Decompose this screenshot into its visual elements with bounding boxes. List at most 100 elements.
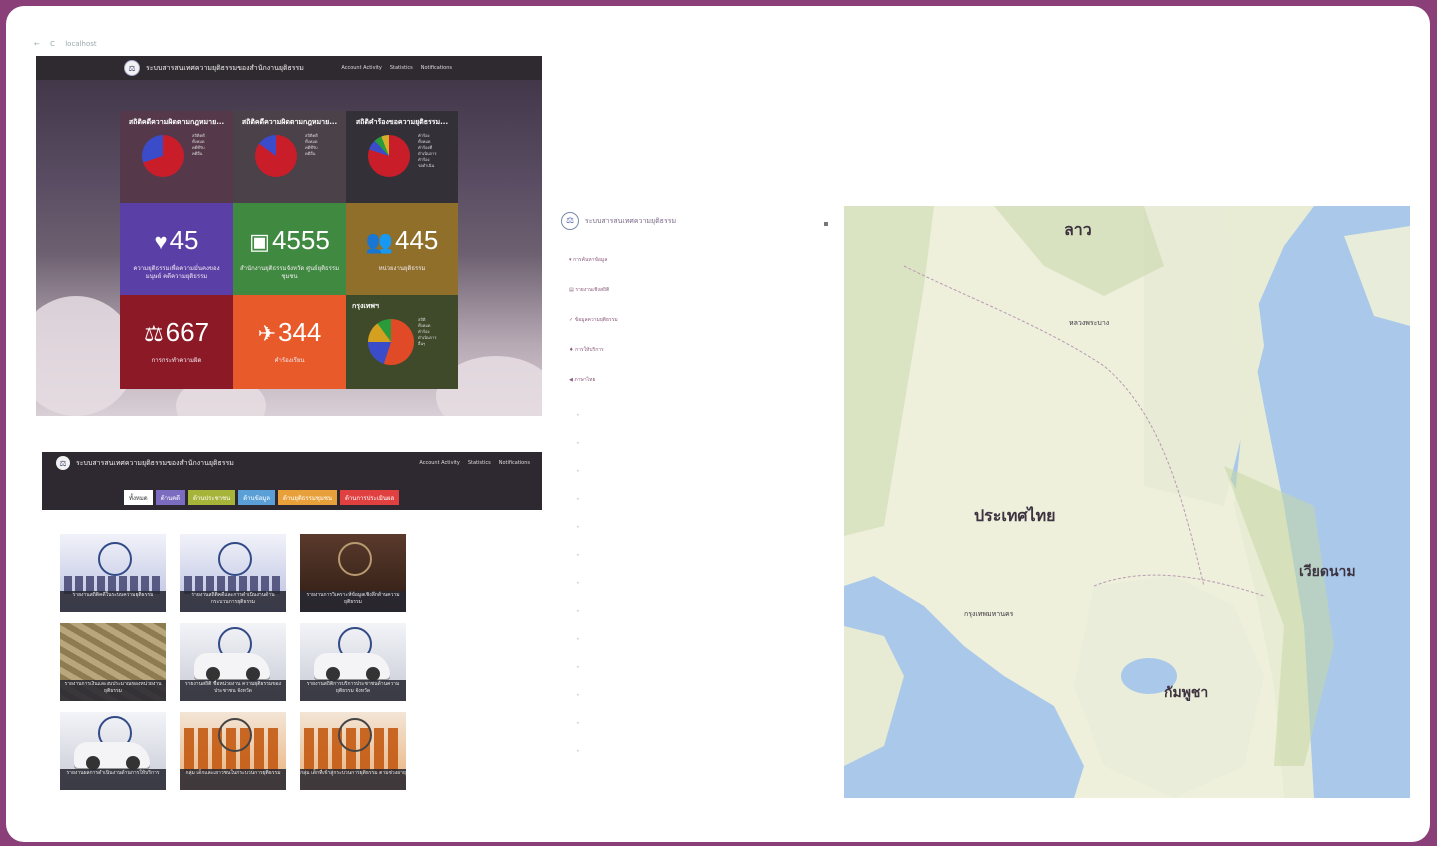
nav-link[interactable]: Statistics: [468, 460, 491, 466]
seal-logo-icon: ⚖: [561, 212, 579, 230]
submenu-item[interactable]: ▸: [577, 524, 580, 530]
tile-title: กรุงเทพฯ: [352, 302, 379, 310]
report-card[interactable]: รายงานสถิติ ชื่อหน่วยงาน ความยุติธรรมของ…: [180, 623, 286, 701]
report-card[interactable]: รายงานการวิเคราะห์ข้อมูลเชิงลึกด้านความย…: [300, 534, 406, 612]
category-tab[interactable]: ด้านประชาชน: [187, 490, 236, 505]
stat-caption: ความยุติธรรมเพื่อความมั่นคงของมนุษย์ คดี…: [133, 265, 220, 280]
map-label: หลวงพระบาง: [1069, 319, 1110, 327]
dashboard-tiles: สถิติคดีความผิดตามกฎหมาย... สถิติคดี ทั้ง…: [120, 111, 458, 389]
navbar-links: Account Activity Statistics Notification…: [419, 460, 530, 466]
news-navbar: ⚖ ระบบสารสนเทศความยุติธรรมของสำนักงานยุต…: [42, 452, 542, 474]
submenu-item[interactable]: ▸: [577, 552, 580, 558]
pie-chart: [255, 135, 297, 177]
seal-logo-icon: ⚖: [56, 456, 70, 470]
pie-legend: สถิติคดี ทั้งหมด คดีที่รับ คดีอื่น: [305, 133, 318, 157]
menu-item[interactable]: ◀ ภาษาไทย: [569, 376, 595, 384]
report-card[interactable]: รายงานสถิติคดีและการดำเนินงานด้านกระบวนก…: [180, 534, 286, 612]
pie-tile[interactable]: กรุงเทพฯ สถิติ ทั้งหมด คำร้อง ดำเนินการ อื่น…: [346, 295, 458, 389]
report-card[interactable]: กลุ่ม เด็กและเยาวชนในกระบวนการยุติธรรม: [180, 712, 286, 790]
category-tab[interactable]: ด้านยุติธรรมชุมชน: [277, 490, 337, 505]
submenu-item[interactable]: ▸: [577, 468, 580, 474]
pie-tile[interactable]: สถิติคำร้องขอความยุติธรรม... คำร้อง ทั้งห…: [346, 111, 458, 203]
dashboard-screenshot: ⚖ ระบบสารสนเทศความยุติธรรมของสำนักงานยุต…: [36, 56, 542, 416]
stat-tile[interactable]: ✈344 คำร้องเรียน: [233, 295, 346, 389]
briefcase-icon: ▣: [249, 229, 270, 254]
news-page-header: ⚖ ระบบสารสนเทศความยุติธรรมของสำนักงานยุต…: [42, 452, 542, 510]
users-icon: 👥: [365, 229, 393, 254]
submenu-item[interactable]: ▸: [577, 580, 580, 586]
nav-link[interactable]: Account Activity: [419, 460, 459, 466]
menu-title[interactable]: ระบบสารสนเทศความยุติธรรม: [585, 216, 676, 227]
site-title[interactable]: ระบบสารสนเทศความยุติธรรมของสำนักงานยุติธ…: [76, 458, 234, 469]
report-card[interactable]: รายงานการเงินและงบประมาณของหน่วยงานยุติธ…: [60, 623, 166, 701]
submenu-item[interactable]: ▸: [577, 608, 580, 614]
stat-caption: หน่วยงานยุติธรรม: [378, 265, 426, 272]
card-caption: กลุ่ม เด็กและเยาวชนในกระบวนการยุติธรรม: [180, 769, 286, 790]
card-caption: รายงานผลการดำเนินงานด้านการให้บริการ: [60, 769, 166, 790]
map-canvas: [844, 206, 1410, 798]
seal-icon: [338, 718, 372, 752]
submenu-item[interactable]: ▸: [577, 412, 580, 418]
dashboard-navbar: ⚖ ระบบสารสนเทศความยุติธรรมของสำนักงานยุต…: [36, 56, 542, 80]
category-tab[interactable]: ด้านข้อมูล: [238, 490, 275, 505]
nav-link[interactable]: Notifications: [421, 65, 452, 71]
report-card[interactable]: รายงานสถิติการบริการประชาชนด้านความยุติธ…: [300, 623, 406, 701]
back-icon[interactable]: ←: [34, 40, 40, 48]
card-caption: รายงานสถิติ ชื่อหน่วยงาน ความยุติธรรมของ…: [180, 680, 286, 701]
category-tabs: ทั้งหมด ด้านคดี ด้านประชาชน ด้านข้อมูล ด้านย…: [124, 490, 400, 505]
stat-value: 4555: [271, 225, 330, 255]
pie-chart: [368, 135, 410, 177]
seal-logo-icon: ⚖: [124, 60, 140, 76]
report-card[interactable]: รายงานสถิติคดีในระบบความยุติธรรม: [60, 534, 166, 612]
stat-tile[interactable]: ⚖667 การกระทำความผิด: [120, 295, 233, 389]
submenu-item[interactable]: ▸: [577, 636, 580, 642]
tile-title: สถิติคำร้องขอความยุติธรรม...: [355, 118, 449, 126]
nav-link[interactable]: Notifications: [499, 460, 530, 466]
card-caption: รายงานการวิเคราะห์ข้อมูลเชิงลึกด้านความย…: [300, 591, 406, 612]
menu-item[interactable]: ▾ การค้นหาข้อมูล: [569, 256, 607, 264]
map-label: ประเทศไทย: [974, 506, 1056, 525]
stat-value: 344: [278, 317, 322, 347]
report-card[interactable]: กลุ่ม เด็กที่เข้าสู่กระบวนการยุติธรรม ตา…: [300, 712, 406, 790]
category-tab[interactable]: ด้านคดี: [155, 490, 185, 505]
pie-tile[interactable]: สถิติคดีความผิดตามกฎหมาย... สถิติคดี ทั้ง…: [233, 111, 346, 203]
pie-tile[interactable]: สถิติคดีความผิดตามกฎหมาย... สถิติคดี ทั้ง…: [120, 111, 233, 203]
submenu-item[interactable]: ▸: [577, 720, 580, 726]
side-menu: ⚖ ระบบสารสนเทศความยุติธรรม ▾ การค้นหาข้อ…: [561, 212, 721, 754]
map-view[interactable]: ลาว ประเทศไทย เวียดนาม กัมพูชา กรุงเทพมห…: [844, 206, 1410, 798]
menu-item[interactable]: ▤ รายงานเชิงสถิติ: [569, 286, 609, 294]
stat-caption: คำร้องเรียน: [274, 357, 305, 364]
stat-value: 667: [165, 317, 210, 347]
card-caption: กลุ่ม เด็กที่เข้าสู่กระบวนการยุติธรรม ตา…: [300, 769, 406, 790]
stat-value: 445: [395, 225, 439, 255]
nav-link[interactable]: Statistics: [390, 65, 413, 71]
stat-tile[interactable]: ▣4555 สำนักงานยุติธรรมจังหวัด ศูนย์ยุติธ…: [233, 203, 346, 295]
submenu-item[interactable]: ▸: [577, 692, 580, 698]
menu-item[interactable]: ♦ การให้บริการ: [569, 346, 604, 354]
stat-tile[interactable]: 👥445 หน่วยงานยุติธรรม: [346, 203, 458, 295]
site-title[interactable]: ระบบสารสนเทศความยุติธรรมของสำนักงานยุติธ…: [146, 63, 304, 74]
navbar-links: Account Activity Statistics Notification…: [341, 65, 452, 71]
nav-link[interactable]: Account Activity: [341, 65, 381, 71]
menu-item[interactable]: ✓ ข้อมูลความยุติธรรม: [569, 316, 618, 324]
tile-title: สถิติคดีความผิดตามกฎหมาย...: [128, 118, 225, 126]
pie-legend: สถิติ ทั้งหมด คำร้อง ดำเนินการ อื่นๆ: [418, 317, 437, 347]
map-label: ลาว: [1064, 220, 1092, 239]
submenu-item[interactable]: ▸: [577, 664, 580, 670]
category-tab[interactable]: ด้านการประเมินผล: [340, 490, 400, 505]
submenu-item[interactable]: ▸: [577, 440, 580, 446]
reload-icon[interactable]: C: [50, 40, 55, 48]
seal-icon: [338, 542, 372, 576]
stat-tile[interactable]: ♥45 ความยุติธรรมเพื่อความมั่นคงของมนุษย์…: [120, 203, 233, 295]
address-bar[interactable]: localhost: [65, 40, 96, 48]
pie-chart: [368, 319, 414, 365]
menu-toggle-icon[interactable]: [824, 222, 828, 226]
seal-icon: [218, 718, 252, 752]
browser-toolbar: ← C localhost: [34, 40, 544, 52]
submenu-item[interactable]: ▸: [577, 748, 580, 754]
report-card[interactable]: รายงานผลการดำเนินงานด้านการให้บริการ: [60, 712, 166, 790]
tile-title: สถิติคดีความผิดตามกฎหมาย...: [241, 118, 338, 126]
category-tab[interactable]: ทั้งหมด: [124, 490, 153, 505]
map-label: กัมพูชา: [1164, 685, 1209, 701]
submenu-item[interactable]: ▸: [577, 496, 580, 502]
